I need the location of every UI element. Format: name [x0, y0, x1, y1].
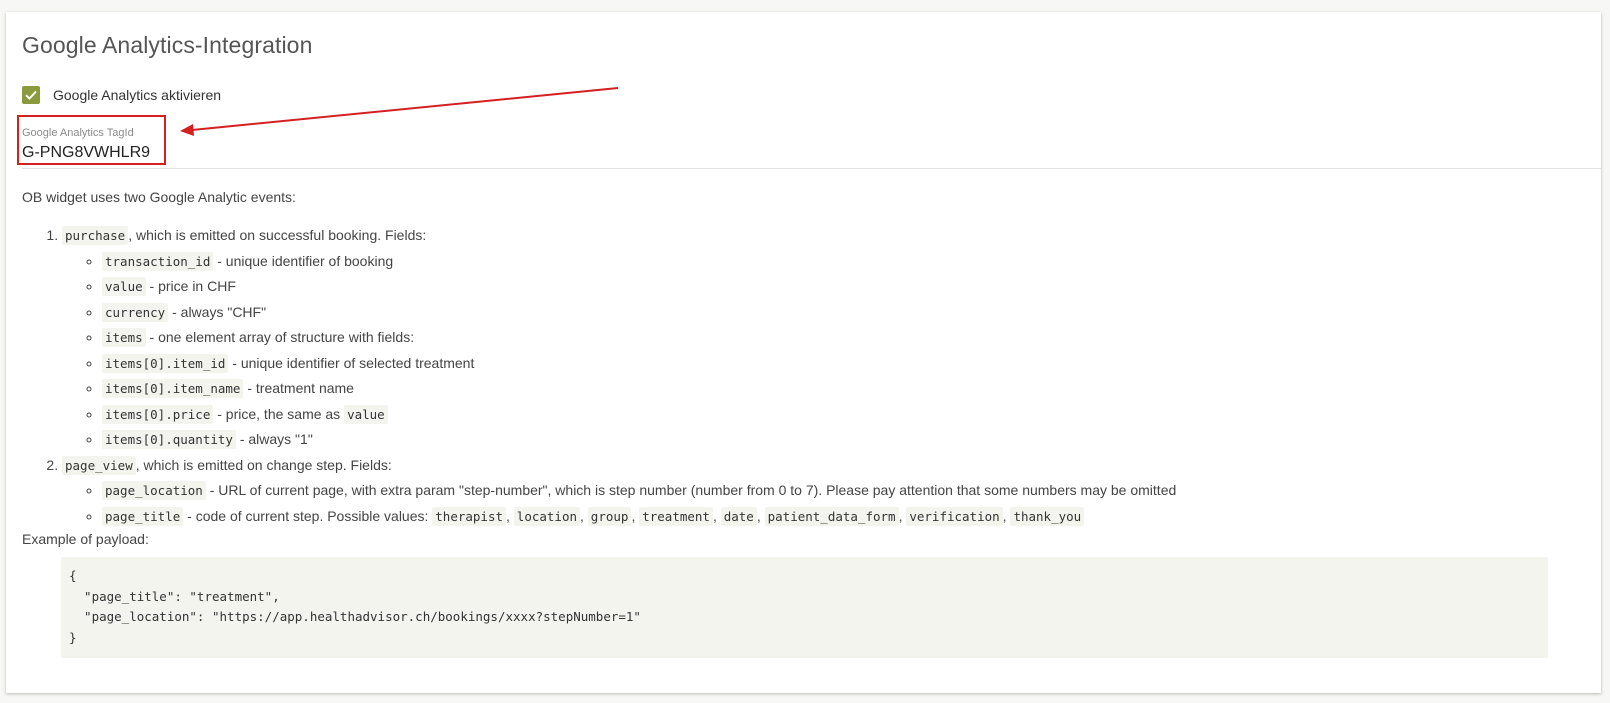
event-name-code: page_view [62, 455, 136, 475]
field-code: value [102, 277, 146, 296]
payload-line: { [69, 568, 77, 583]
field-code: page_title [102, 506, 184, 526]
ga-integration-card: Google Analytics-Integration Google Anal… [6, 12, 1602, 693]
page-title-value: thank_you [1010, 506, 1085, 526]
field-code: items[0].quantity [102, 430, 236, 449]
field-item: items[0].item_name - treatment name [102, 376, 1582, 402]
field-desc: - price in CHF [145, 278, 236, 294]
field-desc: - always "CHF" [168, 303, 267, 320]
page-title-value: therapist [432, 506, 507, 526]
tag-id-field[interactable]: Google Analytics TagId [22, 120, 1602, 169]
purchase-fields-list: transaction_id - unique identifier of bo… [62, 249, 1582, 453]
event-description: , which is emitted on change step. Field… [135, 456, 392, 473]
payload-code-block: { "page_title": "treatment", "page_locat… [61, 557, 1548, 658]
enable-ga-checkbox[interactable] [22, 86, 40, 104]
check-icon [25, 90, 37, 100]
field-item: value - price in CHF [102, 274, 1582, 300]
field-item: transaction_id - unique identifier of bo… [102, 249, 1582, 275]
event-purchase: purchase, which is emitted on successful… [62, 223, 1582, 453]
events-documentation: OB widget uses two Google Analytic event… [22, 187, 1582, 658]
field-desc: - always "1" [235, 431, 313, 447]
field-code: transaction_id [102, 251, 214, 271]
tag-id-input[interactable] [22, 142, 622, 164]
field-desc: - code of current step. Possible values: [183, 507, 433, 524]
payload-line: "page_title": "treatment", [69, 588, 280, 604]
field-item: items - one element array of structure w… [102, 325, 1582, 351]
enable-ga-row[interactable]: Google Analytics aktivieren [22, 86, 221, 104]
field-code: items[0].item_id [102, 353, 229, 373]
page-title-value: verification [906, 506, 1003, 526]
field-code: items[0].price [102, 404, 214, 424]
field-item: items[0].price - price, the same as valu… [102, 402, 1582, 428]
page-title-value: location [513, 506, 581, 526]
field-code-ref: value [344, 404, 388, 424]
field-code: page_location [102, 481, 206, 500]
field-item: page_location - URL of current page, wit… [102, 478, 1582, 504]
field-desc: - unique identifier of booking [213, 252, 394, 269]
page-title-value: treatment [639, 506, 713, 526]
events-list: purchase, which is emitted on successful… [22, 223, 1582, 529]
field-desc: - treatment name [243, 380, 354, 396]
page-title-value: date [720, 506, 757, 526]
tag-id-label: Google Analytics TagId [22, 127, 134, 139]
payload-line: "page_location": "https://app.healthadvi… [69, 609, 641, 625]
field-code: items [102, 328, 146, 347]
enable-ga-label[interactable]: Google Analytics aktivieren [53, 87, 221, 103]
field-desc: - one element array of structure with fi… [145, 329, 415, 345]
doc-intro: OB widget uses two Google Analytic event… [22, 189, 296, 205]
field-item: items[0].quantity - always "1" [102, 427, 1582, 453]
section-title: Google Analytics-Integration [22, 32, 313, 58]
payload-label: Example of payload: [22, 531, 149, 547]
field-item: currency - always "CHF" [102, 300, 1582, 326]
event-description: , which is emitted on successful booking… [128, 227, 427, 243]
field-code: items[0].item_name [102, 379, 244, 398]
page-view-fields-list: page_location - URL of current page, wit… [62, 478, 1582, 529]
field-desc: - unique identifier of selected treatmen… [228, 354, 475, 371]
page-title-value: patient_data_form [764, 506, 899, 526]
payload-line: } [69, 630, 77, 646]
event-page-view: page_view, which is emitted on change st… [62, 453, 1582, 530]
field-item: page_title - code of current step. Possi… [102, 504, 1582, 530]
field-desc: - price, the same as [213, 405, 345, 422]
event-name-code: purchase [62, 226, 129, 245]
field-item: items[0].item_id - unique identifier of … [102, 351, 1582, 377]
field-desc: - URL of current page, with extra param … [205, 482, 1177, 498]
page-title-value: group [587, 506, 632, 526]
field-code: currency [102, 302, 169, 322]
